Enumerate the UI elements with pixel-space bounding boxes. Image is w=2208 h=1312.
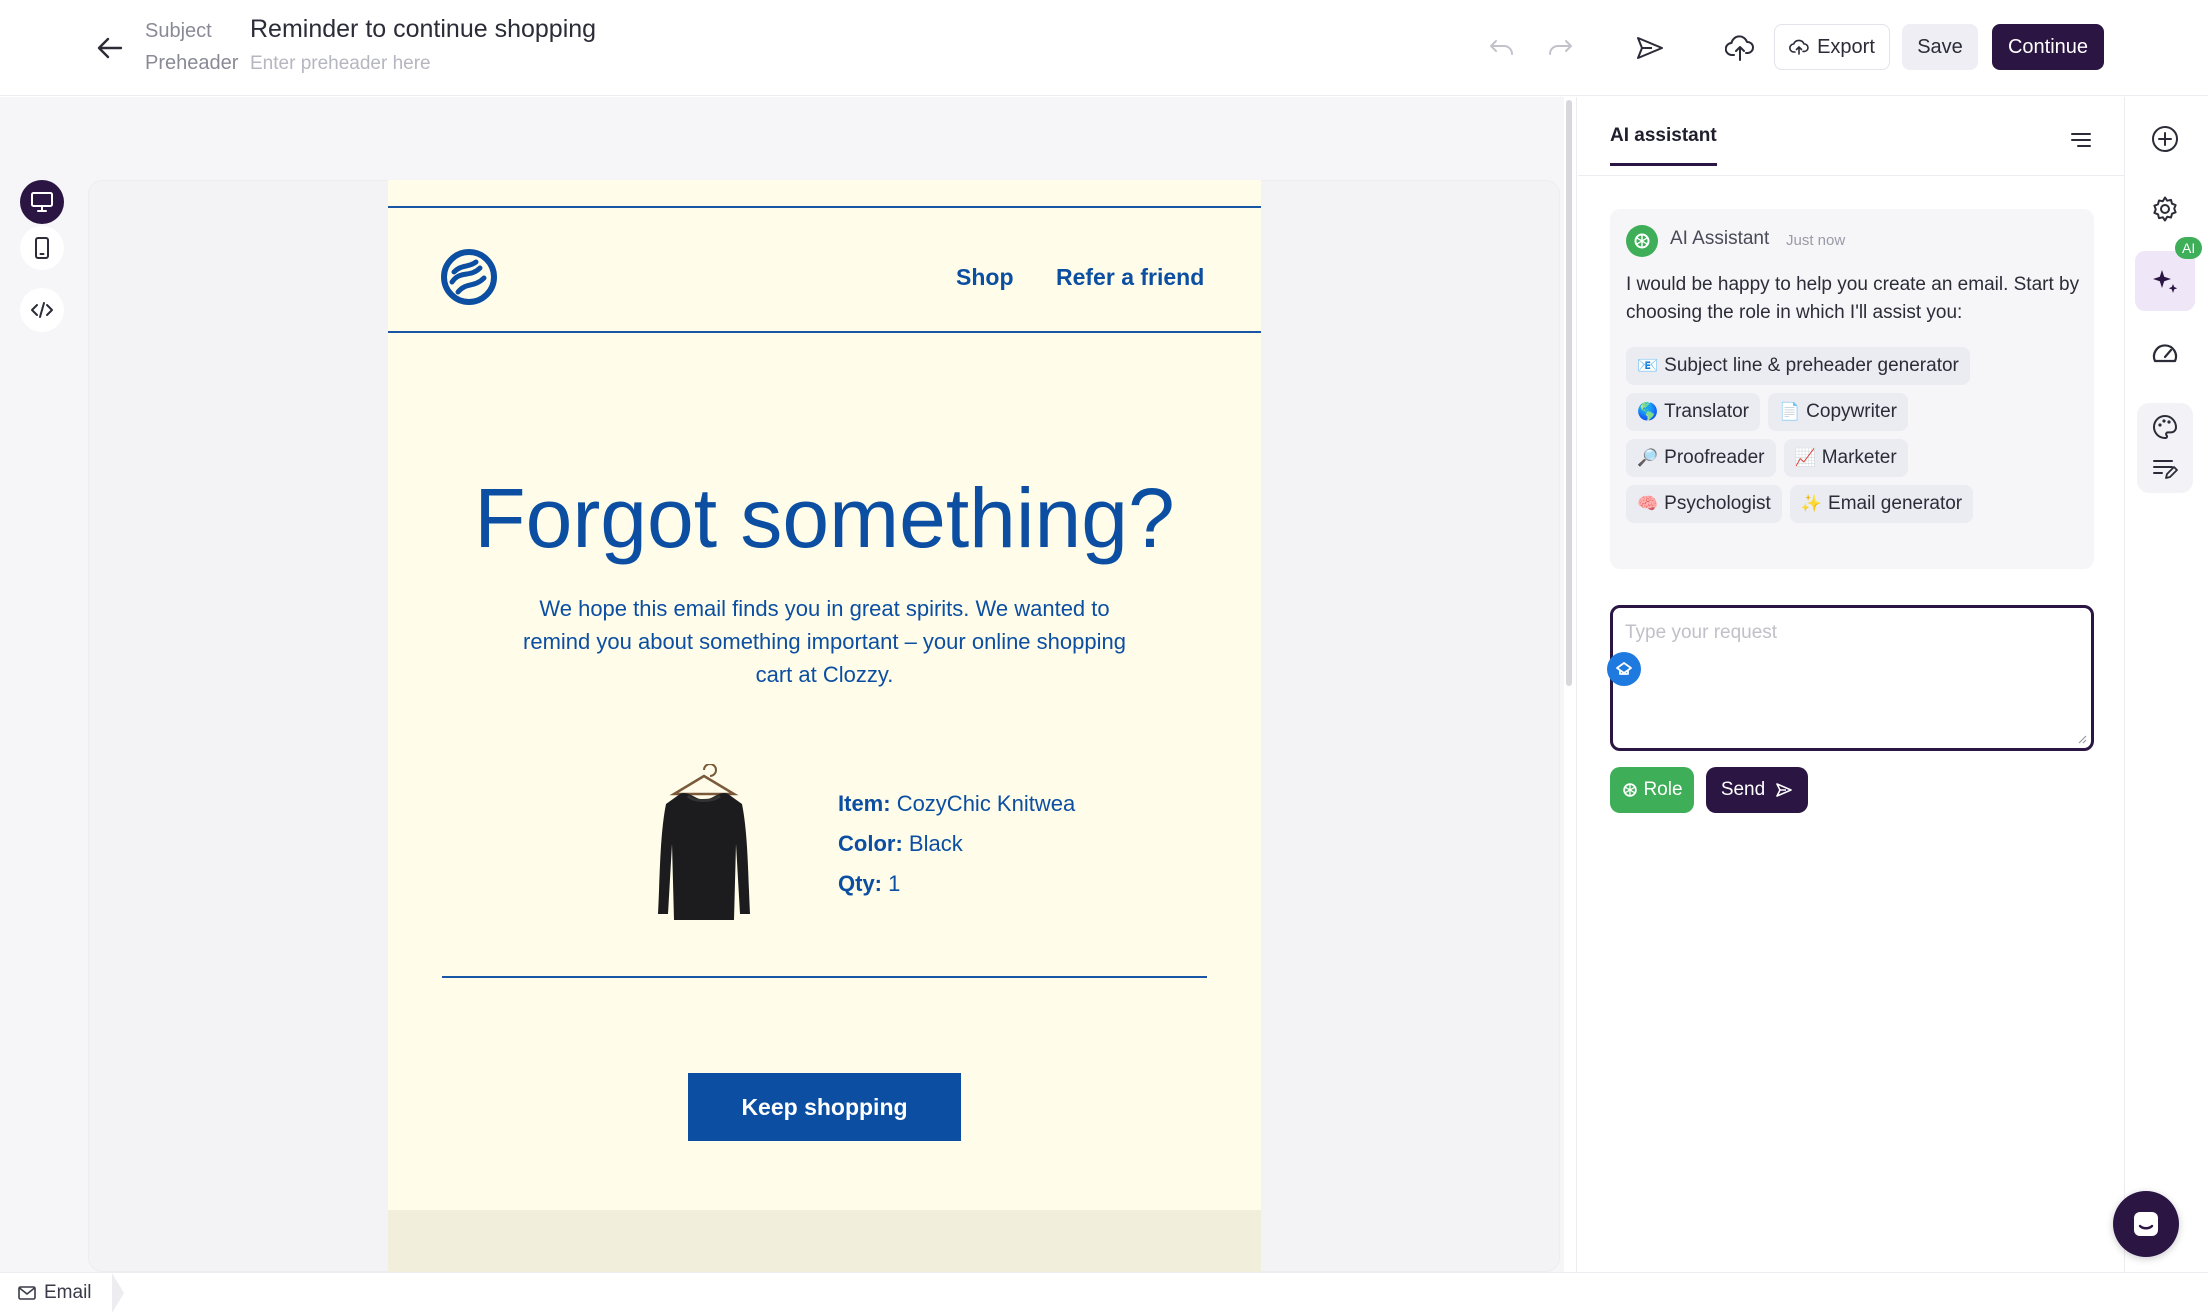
panel-menu-icon[interactable] [2064, 123, 2098, 157]
role-button[interactable]: Role [1610, 767, 1694, 813]
bottom-bar: Email [0, 1272, 2208, 1312]
color-value: Black [908, 831, 963, 856]
brand-logo[interactable] [440, 248, 498, 306]
sparkles-icon: ✨ [1800, 494, 1823, 513]
assistant-message-card: AI Assistant Just now I would be happy t… [1610, 209, 2094, 569]
tab-ai-assistant[interactable]: AI assistant [1610, 125, 1717, 166]
rail-tool-group [2137, 403, 2193, 493]
brain-icon: 🧠 [1637, 494, 1659, 513]
role-chip-proofreader[interactable]: 🔎 Proofreader [1626, 439, 1776, 477]
resize-handle-icon[interactable] [2077, 734, 2087, 744]
cloud-export-icon [1789, 39, 1809, 55]
chart-up-icon: 📈 [1794, 448, 1816, 467]
request-input[interactable] [1625, 622, 2081, 732]
redo-icon[interactable] [1542, 30, 1578, 66]
item-value: CozyChic Knitwea [896, 791, 1076, 816]
code-view-icon[interactable] [20, 288, 64, 332]
bottom-tab-label: Email [44, 1282, 92, 1303]
assistant-sender: AI Assistant [1670, 228, 1770, 249]
qty-label: Qty: [838, 871, 882, 896]
tabs-divider [1578, 175, 2124, 176]
role-chip-label: Psychologist [1664, 493, 1771, 514]
email-headline: Forgot something? [474, 471, 1175, 565]
role-chip-label: Email generator [1828, 493, 1963, 514]
grammar-assist-icon[interactable] [1607, 652, 1641, 686]
role-chip-label: Subject line & preheader generator [1664, 355, 1959, 376]
send-button[interactable]: Send [1706, 767, 1808, 813]
ai-badge: AI [2175, 237, 2203, 259]
send-arrow-icon [1776, 783, 1792, 797]
message-timestamp: Just now [1786, 232, 1846, 249]
cloud-upload-icon[interactable] [1720, 28, 1760, 68]
ai-assistant-panel: AI assistant AI Assistant Just now I wou… [1578, 97, 2124, 1272]
product-separator [442, 976, 1207, 978]
send-test-icon[interactable] [1630, 28, 1670, 68]
canvas-scrollbar[interactable] [1566, 100, 1572, 686]
nav-link-refer-a-friend[interactable]: Refer a friend [1056, 264, 1204, 291]
continue-button[interactable]: Continue [1992, 24, 2104, 70]
preheader-label: Preheader [145, 52, 239, 74]
qty-value: 1 [888, 871, 901, 896]
document-icon: 📄 [1779, 402, 1801, 421]
support-chat-icon[interactable] [2113, 1191, 2179, 1257]
email-footer-section [388, 1210, 1261, 1272]
role-button-label: Role [1643, 779, 1683, 800]
role-chip-subject-line[interactable]: 📧 Subject line & preheader generator [1626, 347, 1970, 385]
role-chip-label: Translator [1664, 401, 1749, 422]
panel-divider [1576, 97, 1577, 1272]
item-label: Item: [838, 791, 891, 816]
bottom-tab-email[interactable]: Email [0, 1273, 123, 1312]
product-details: Item: CozyChic Knitwea Color: Black Qty:… [838, 784, 1075, 904]
email-header-top-rule [388, 206, 1261, 208]
email-header-bottom-rule [388, 331, 1261, 333]
add-block-icon[interactable] [2139, 113, 2191, 165]
request-box [1607, 605, 2094, 751]
color-label: Color: [838, 831, 903, 856]
export-button[interactable]: Export [1774, 24, 1890, 70]
back-arrow-icon[interactable] [92, 30, 128, 66]
save-button[interactable]: Save [1902, 24, 1978, 70]
role-chip-copywriter[interactable]: 📄 Copywriter [1768, 393, 1908, 431]
role-chip-marketer[interactable]: 📈 Marketer [1783, 439, 1908, 477]
export-label: Export [1817, 35, 1875, 58]
openai-logo-icon [1626, 225, 1658, 257]
send-button-label: Send [1720, 779, 1766, 800]
globe-icon: 🌎 [1637, 402, 1659, 421]
email-preview: Shop Refer a friend Forgot something? We… [388, 180, 1261, 1272]
ai-sparkle-icon[interactable]: AI [2135, 237, 2203, 311]
assistant-message-text: I would be happy to help you create an e… [1626, 274, 2080, 323]
product-qty-line: Qty: 1 [838, 864, 1075, 904]
magnifier-icon: 🔎 [1637, 448, 1659, 467]
product-color-line: Color: Black [838, 824, 1075, 864]
speedometer-icon[interactable] [2139, 327, 2191, 379]
mobile-view-icon[interactable] [20, 226, 64, 270]
email-body-text: We hope this email finds you in great sp… [523, 596, 1126, 687]
envelope-icon: 📧 [1637, 356, 1659, 375]
palette-icon[interactable] [2141, 407, 2189, 447]
text-edit-icon[interactable] [2141, 449, 2189, 489]
keep-shopping-button[interactable]: Keep shopping [688, 1073, 961, 1141]
undo-icon[interactable] [1484, 30, 1520, 66]
desktop-view-icon[interactable] [20, 180, 64, 224]
preheader-input[interactable] [250, 50, 770, 78]
subject-label: Subject [145, 20, 212, 42]
role-chip-translator[interactable]: 🌎 Translator [1626, 393, 1760, 431]
nav-link-shop[interactable]: Shop [956, 264, 1014, 291]
role-chip-label: Marketer [1821, 447, 1897, 468]
subject-field[interactable]: Reminder to continue shopping [250, 15, 596, 44]
product-image-sweater [650, 763, 758, 928]
settings-gear-icon[interactable] [2139, 183, 2191, 235]
openai-role-icon [1623, 783, 1638, 797]
role-chip-label: Proofreader [1664, 447, 1765, 468]
role-chip-list: 📧 Subject line & preheader generator 🌎 Tra… [1626, 347, 2086, 531]
mail-icon [18, 1286, 36, 1300]
right-tool-rail: AI [2124, 97, 2208, 1272]
role-chip-email-generator[interactable]: ✨ Email generator [1789, 485, 1974, 523]
product-item-line: Item: CozyChic Knitwea [838, 784, 1075, 824]
role-chip-psychologist[interactable]: 🧠 Psychologist [1626, 485, 1782, 523]
top-header: Subject Preheader Reminder to continue s… [0, 0, 2208, 96]
role-chip-label: Copywriter [1806, 401, 1897, 422]
